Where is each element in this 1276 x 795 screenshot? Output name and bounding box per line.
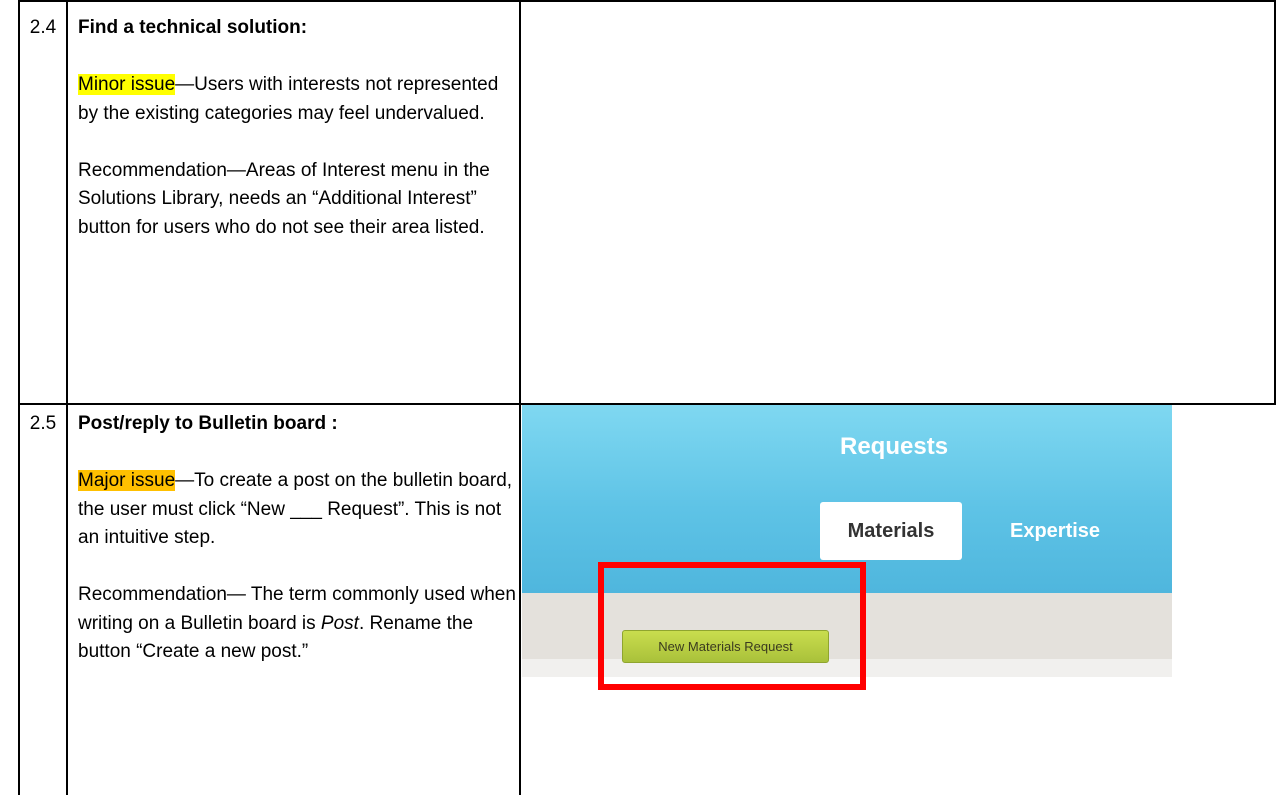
requests-title: Requests: [840, 433, 949, 460]
row-content: Post/reply to Bulletin board : Major iss…: [78, 410, 518, 667]
row-title: Post/reply to Bulletin board :: [78, 413, 338, 434]
table-divider-number: [66, 0, 68, 795]
issue-paragraph: Major issue—To create a post on the bull…: [78, 467, 518, 553]
table-divider-content: [519, 0, 521, 795]
row-number: 2.5: [29, 413, 57, 434]
issue-severity-label: Minor issue: [78, 74, 176, 95]
issue-severity-label: Major issue: [78, 470, 176, 491]
table-border-top: [18, 0, 1275, 2]
issue-paragraph: Minor issue—Users with interests not rep…: [78, 71, 518, 128]
highlight-box: [598, 562, 866, 690]
row-title: Find a technical solution:: [78, 17, 308, 38]
tab-expertise[interactable]: Expertise: [1010, 502, 1100, 560]
recommendation-text: Recommendation—Areas of Interest menu in…: [78, 159, 490, 238]
recommendation-emphasis: Post: [320, 612, 359, 634]
row-number: 2.4: [29, 17, 57, 38]
recommendation-text: Recommendation— The term commonly used w…: [78, 581, 518, 667]
table-border-left: [18, 0, 20, 795]
row-content: Find a technical solution: Minor issue—U…: [78, 14, 518, 242]
tab-materials[interactable]: Materials: [820, 502, 962, 560]
